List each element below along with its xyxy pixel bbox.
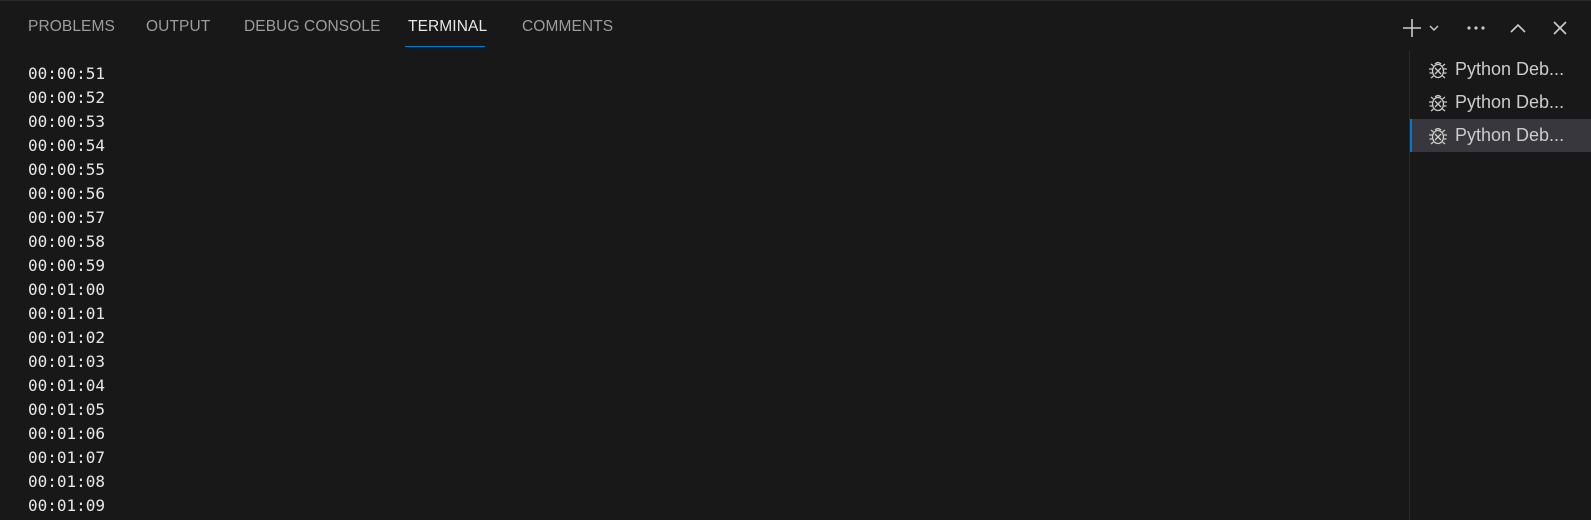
tab-debug-console[interactable]: DEBUG CONSOLE — [244, 18, 381, 36]
terminal-list-label: Python Deb... — [1455, 125, 1565, 145]
tab-comments[interactable]: COMMENTS — [522, 18, 613, 36]
terminal-list-item[interactable]: Python Deb... — [1410, 86, 1591, 119]
terminal-line: 00:01:04 — [28, 376, 106, 395]
terminal-line: 00:01:07 — [28, 448, 106, 467]
terminal-line: 00:00:59 — [28, 256, 106, 275]
debug-icon — [1426, 91, 1450, 115]
terminal-line: 00:00:56 — [28, 184, 106, 203]
terminal-line: 00:00:52 — [28, 88, 106, 107]
terminal-line: 00:01:01 — [28, 304, 106, 323]
panel-tab-bar: PROBLEMS OUTPUT DEBUG CONSOLE TERMINAL C… — [0, 1, 1591, 51]
terminal-line: 00:00:54 — [28, 136, 106, 155]
terminal-line: 00:01:03 — [28, 352, 106, 371]
terminal-line: 00:00:53 — [28, 112, 106, 131]
terminal-line: 00:01:08 — [28, 472, 106, 491]
terminal-line: 00:01:02 — [28, 328, 106, 347]
terminal-line: 00:00:58 — [28, 232, 106, 251]
maximize-panel-button[interactable] — [1505, 15, 1531, 41]
tab-output[interactable]: OUTPUT — [146, 18, 210, 36]
terminal-list-label: Python Deb... — [1455, 59, 1565, 79]
debug-icon — [1426, 124, 1450, 148]
tab-terminal[interactable]: TERMINAL — [408, 18, 487, 36]
tab-problems[interactable]: PROBLEMS — [28, 18, 115, 36]
terminal-line: 00:01:05 — [28, 400, 106, 419]
close-panel-button[interactable] — [1547, 15, 1573, 41]
terminal-line: 00:01:00 — [28, 280, 106, 299]
active-tab-indicator — [405, 46, 485, 47]
terminal-list-item[interactable]: Python Deb... — [1410, 53, 1591, 86]
terminal-tabs-list: Python Deb... Python Deb... Python Deb..… — [1410, 53, 1591, 152]
chevron-down-icon — [1428, 22, 1440, 34]
launch-profile-dropdown[interactable] — [1425, 15, 1443, 41]
close-icon — [1552, 20, 1568, 36]
terminal-line: 00:00:57 — [28, 208, 106, 227]
terminal-line: 00:00:55 — [28, 160, 106, 179]
terminal-line: 00:01:06 — [28, 424, 106, 443]
terminal-line: 00:00:51 — [28, 64, 106, 83]
chevron-up-icon — [1509, 22, 1527, 34]
terminal-list-item-active[interactable]: Python Deb... — [1410, 119, 1591, 152]
more-actions-button[interactable] — [1463, 15, 1489, 41]
debug-icon — [1426, 58, 1450, 82]
terminal-list-label: Python Deb... — [1455, 92, 1565, 112]
terminal-output[interactable]: 00:00:51 00:00:52 00:00:53 00:00:54 00:0… — [28, 62, 1398, 520]
terminal-line: 00:01:09 — [28, 496, 106, 515]
new-terminal-button[interactable] — [1399, 15, 1425, 41]
ellipsis-icon — [1466, 25, 1486, 31]
plus-icon — [1401, 17, 1423, 39]
